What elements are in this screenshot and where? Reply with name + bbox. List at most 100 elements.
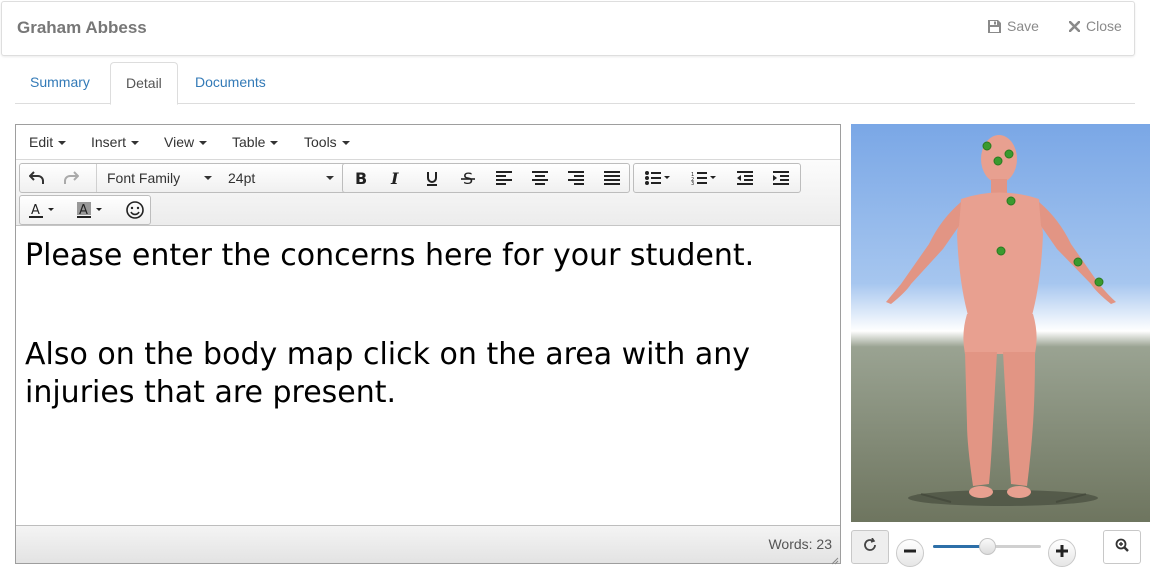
menu-tools-label: Tools: [304, 134, 337, 150]
font-size-value: 24pt: [228, 170, 256, 186]
zoom-slider-handle[interactable]: [978, 538, 996, 555]
align-center-button[interactable]: [523, 164, 557, 192]
tab-documents[interactable]: Documents: [180, 62, 281, 104]
text-color-button[interactable]: A: [20, 196, 66, 224]
background-color-button[interactable]: A: [68, 196, 114, 224]
indent-icon: [773, 171, 789, 185]
caret-down-icon: [341, 141, 350, 146]
caret-down-icon: [204, 176, 212, 180]
body-map-controls: [851, 530, 1150, 567]
font-family-value: Font Family: [107, 170, 181, 186]
outdent-button[interactable]: [728, 164, 762, 192]
bold-icon: B: [353, 170, 367, 186]
menu-table-label: Table: [232, 134, 266, 150]
caret-down-icon: [58, 141, 67, 146]
caret-down-icon: [131, 141, 140, 146]
zoom-fit-button[interactable]: [1103, 530, 1141, 564]
highlight-color-icon: A: [76, 202, 106, 218]
close-icon: [1069, 20, 1080, 32]
emoticons-button[interactable]: [118, 196, 152, 224]
menu-table[interactable]: Table: [232, 134, 279, 150]
menu-tools[interactable]: Tools: [304, 134, 350, 150]
caret-down-icon: [199, 141, 208, 146]
content-paragraph: Also on the body map click on the area w…: [25, 337, 750, 372]
save-label: Save: [1007, 18, 1039, 34]
human-body-model[interactable]: [851, 124, 1150, 522]
save-button[interactable]: Save: [988, 18, 1039, 34]
menu-edit-label: Edit: [29, 134, 54, 150]
menu-edit[interactable]: Edit: [29, 134, 67, 150]
body-map-viewer[interactable]: [851, 124, 1150, 522]
editor-menubar: Edit Insert View Table Tools: [16, 125, 840, 160]
toolbar-group-format: B I S: [342, 163, 630, 193]
svg-text:3: 3: [691, 181, 694, 185]
zoom-in-button[interactable]: [1048, 539, 1076, 567]
menu-view-label: View: [164, 134, 195, 150]
rich-text-editor: Edit Insert View Table Tools Font Family…: [15, 124, 841, 565]
resize-handle-icon[interactable]: [829, 552, 839, 565]
undo-icon: [29, 171, 45, 185]
page-title: Graham Abbess: [17, 18, 147, 37]
bullet-list-button[interactable]: [636, 164, 680, 192]
smiley-icon: [126, 201, 144, 219]
caret-down-icon: [326, 176, 334, 180]
strikethrough-button[interactable]: S: [451, 164, 485, 192]
plus-icon: [1055, 544, 1069, 563]
floppy-disk-icon: [988, 19, 1001, 33]
indent-button[interactable]: [764, 164, 798, 192]
redo-button[interactable]: [54, 164, 88, 192]
align-justify-icon: [604, 171, 620, 185]
italic-icon: I: [389, 170, 403, 186]
svg-text:A: A: [79, 203, 88, 218]
content-paragraph: injuries that are present.: [25, 375, 397, 410]
strikethrough-icon: S: [461, 170, 475, 186]
refresh-icon: [863, 537, 877, 557]
menu-insert[interactable]: Insert: [91, 134, 140, 150]
close-label: Close: [1086, 18, 1122, 34]
bullet-list-icon: [645, 171, 671, 185]
content-paragraph: Please enter the concerns here for your …: [25, 238, 755, 273]
align-center-icon: [532, 171, 548, 185]
editor-toolbar: Font Family 24pt B I S 123 A A: [16, 160, 840, 226]
align-right-icon: [568, 171, 584, 185]
toolbar-group-colors: A A: [19, 195, 151, 225]
caret-down-icon: [270, 141, 279, 146]
align-justify-button[interactable]: [595, 164, 629, 192]
text-color-icon: A: [28, 202, 58, 218]
numbered-list-button[interactable]: 123: [682, 164, 726, 192]
align-right-button[interactable]: [559, 164, 593, 192]
editor-content[interactable]: Please enter the concerns here for your …: [16, 227, 840, 527]
menu-view[interactable]: View: [164, 134, 208, 150]
menu-insert-label: Insert: [91, 134, 127, 150]
tab-bar: Summary Detail Documents: [15, 62, 1135, 105]
zoom-out-button[interactable]: [896, 539, 924, 567]
minus-icon: [903, 544, 917, 563]
zoom-slider[interactable]: [933, 538, 1041, 555]
word-count: Words: 23: [768, 536, 832, 552]
toolbar-group-history-font: Font Family 24pt: [19, 163, 353, 193]
record-header: Graham Abbess Save Close: [1, 1, 1135, 56]
align-left-icon: [496, 171, 512, 185]
reset-view-button[interactable]: [851, 530, 889, 564]
magnifier-icon: [1115, 538, 1129, 557]
tab-detail[interactable]: Detail: [110, 62, 178, 105]
underline-button[interactable]: [415, 164, 449, 192]
editor-statusbar: Words: 23: [16, 525, 840, 565]
redo-icon: [63, 171, 79, 185]
italic-button[interactable]: I: [379, 164, 413, 192]
toolbar-group-lists: 123: [633, 163, 801, 193]
outdent-icon: [737, 171, 753, 185]
svg-text:B: B: [355, 170, 367, 186]
svg-text:S: S: [463, 170, 473, 186]
svg-text:I: I: [390, 170, 399, 186]
tab-summary[interactable]: Summary: [15, 62, 105, 104]
svg-text:A: A: [31, 203, 40, 218]
font-size-select[interactable]: 24pt: [218, 164, 340, 192]
undo-button[interactable]: [20, 164, 54, 192]
align-left-button[interactable]: [487, 164, 521, 192]
font-family-select[interactable]: Font Family: [96, 164, 218, 192]
close-button[interactable]: Close: [1069, 18, 1122, 34]
bold-button[interactable]: B: [343, 164, 377, 192]
numbered-list-icon: 123: [691, 171, 717, 185]
